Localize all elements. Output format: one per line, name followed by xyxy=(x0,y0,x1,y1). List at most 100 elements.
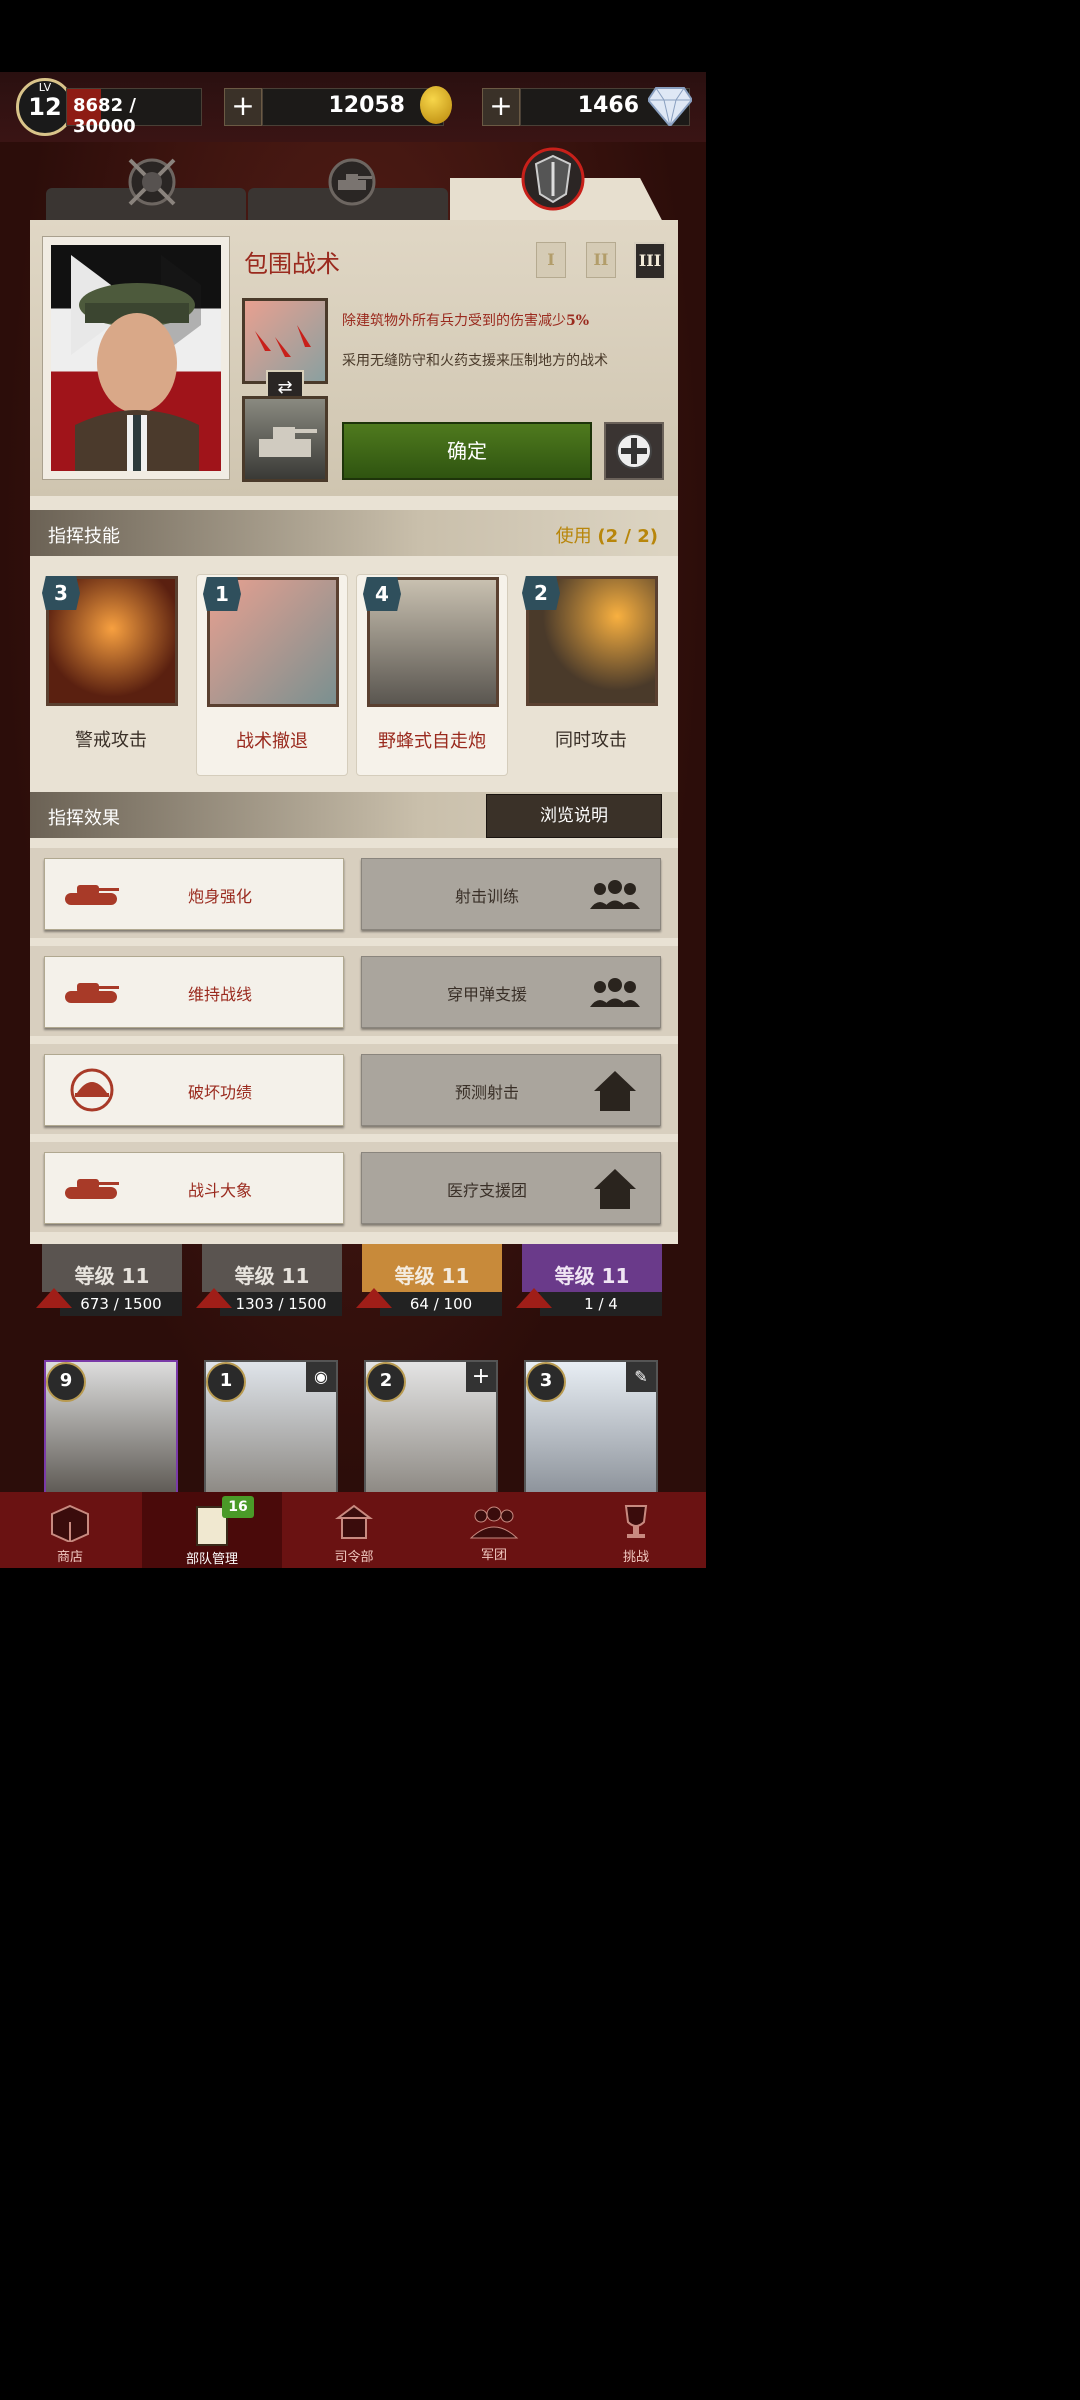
nav-army-management[interactable]: 16 部队管理 xyxy=(142,1492,282,1568)
skill-number-badge: 1 xyxy=(203,577,241,611)
commander-portrait[interactable] xyxy=(42,236,230,480)
skill-number-badge: 2 xyxy=(522,576,560,610)
tactic-unit-image[interactable] xyxy=(242,396,328,482)
skill-name: 战术撤退 xyxy=(236,731,308,752)
gold-value: 12058 xyxy=(328,93,405,118)
gem-value: 1466 xyxy=(577,93,639,118)
add-tactic-button[interactable] xyxy=(604,422,664,480)
skill-number-badge: 3 xyxy=(42,576,80,610)
unit-card[interactable]: 1 ◉ xyxy=(204,1360,338,1500)
unit-card[interactable]: 9 xyxy=(44,1360,178,1500)
tank-emblem-icon xyxy=(322,152,382,212)
unit-progress: 1303 / 1500 xyxy=(220,1292,342,1316)
skill-card[interactable]: 3 警戒攻击 xyxy=(36,574,186,774)
tier-i-button[interactable]: I xyxy=(536,242,566,278)
eagle-cross-icon xyxy=(122,152,182,212)
upgrade-arrow-icon xyxy=(196,1288,232,1308)
unit-card[interactable]: 2 + xyxy=(364,1360,498,1500)
effect-right-button[interactable]: 射击训练 xyxy=(361,858,661,930)
nav-label: 商店 xyxy=(56,1550,83,1565)
unit-count-badge: 2 xyxy=(366,1362,406,1402)
xp-text: 8682 / 30000 xyxy=(73,95,136,137)
effect-right-button[interactable]: 医疗支援团 xyxy=(361,1152,661,1224)
gold-coin-icon xyxy=(420,86,452,124)
tactics-emblem-icon xyxy=(518,144,588,214)
effect-label: 炮身强化 xyxy=(187,887,252,906)
unit-level-card[interactable]: 等级 11 1303 / 1500 xyxy=(196,1244,342,1316)
unit-level: 等级 11 xyxy=(202,1244,342,1292)
unit-level-card[interactable]: 等级 11 1 / 4 xyxy=(516,1244,662,1316)
unit-level-card[interactable]: 等级 11 673 / 1500 xyxy=(36,1244,182,1316)
house-icon xyxy=(594,1071,636,1111)
effect-label: 穿甲弹支援 xyxy=(446,985,527,1004)
skill-card-selected[interactable]: 4 野蜂式自走炮 xyxy=(356,574,508,776)
level-value: 12 xyxy=(28,93,62,121)
officer-figure xyxy=(75,265,199,471)
desc-value: 5% xyxy=(566,313,590,329)
shop-box-icon xyxy=(51,1504,89,1544)
headquarters-icon xyxy=(335,1504,373,1539)
upgrade-arrow-icon xyxy=(516,1288,552,1308)
tank-icon xyxy=(65,1179,119,1199)
nav-label: 司令部 xyxy=(334,1550,374,1565)
gold-counter: 12058 xyxy=(262,88,444,126)
unit-level: 等级 11 xyxy=(42,1244,182,1292)
unit-card[interactable]: 3 ✎ xyxy=(524,1360,658,1500)
unit-level: 等级 11 xyxy=(522,1244,662,1292)
iron-cross-flag xyxy=(51,245,221,471)
effect-label: 预测射击 xyxy=(454,1083,519,1102)
tier-ii-button[interactable]: II xyxy=(586,242,616,278)
effects-title: 指挥效果 xyxy=(48,808,120,829)
nav-label: 部队管理 xyxy=(185,1552,238,1567)
effect-right-button[interactable]: 穿甲弹支援 xyxy=(361,956,661,1028)
usage-label: 使用 xyxy=(555,526,592,547)
unit-progress: 1 / 4 xyxy=(540,1292,662,1316)
unit-level: 等级 11 xyxy=(362,1244,502,1292)
xp-bar: 8682 / 30000 xyxy=(66,88,202,137)
effect-label: 破坏功绩 xyxy=(187,1083,252,1102)
nav-badge: 16 xyxy=(222,1496,254,1518)
eye-icon[interactable]: ◉ xyxy=(306,1362,336,1392)
unit-progress: 673 / 1500 xyxy=(60,1292,182,1316)
desc-prefix: 除建筑物外所有兵力受到的伤害减少 xyxy=(342,313,566,329)
pencil-icon[interactable]: ✎ xyxy=(626,1362,656,1392)
nav-challenge[interactable]: 挑战 xyxy=(566,1492,706,1568)
effect-left-button[interactable]: 破坏功绩 xyxy=(44,1054,344,1126)
group-icon xyxy=(590,978,640,1007)
nav-legion[interactable]: 军团 xyxy=(424,1492,564,1568)
skills-header: 指挥技能 使用 (2 / 2) xyxy=(30,510,678,556)
skills-title: 指挥技能 xyxy=(48,526,120,547)
effect-right-button[interactable]: 预测射击 xyxy=(361,1054,661,1126)
effect-left-button[interactable]: 炮身强化 xyxy=(44,858,344,930)
add-gems-button[interactable]: + xyxy=(482,88,520,126)
plus-icon[interactable]: + xyxy=(466,1362,496,1392)
effect-left-button[interactable]: 战斗大象 xyxy=(44,1152,344,1224)
add-gold-button[interactable]: + xyxy=(224,88,262,126)
trophy-icon xyxy=(624,1505,648,1538)
tactic-description: 除建筑物外所有兵力受到的伤害减少5% xyxy=(342,310,589,330)
tier-iii-button[interactable]: III xyxy=(634,242,666,280)
helmet-medal-icon xyxy=(70,1068,114,1112)
nav-label: 挑战 xyxy=(622,1550,649,1565)
effect-label: 射击训练 xyxy=(454,887,519,906)
effect-label: 医疗支援团 xyxy=(446,1181,527,1200)
unit-level-card[interactable]: 等级 11 64 / 100 xyxy=(356,1244,502,1316)
skill-card-selected[interactable]: 1 战术撤退 xyxy=(196,574,348,776)
usage-value: (2 / 2) xyxy=(597,526,658,547)
effect-left-button[interactable]: 维持战线 xyxy=(44,956,344,1028)
confirm-button[interactable]: 确定 xyxy=(342,422,592,480)
nav-shop[interactable]: 商店 xyxy=(0,1492,140,1568)
upgrade-arrow-icon xyxy=(36,1288,72,1308)
skill-card[interactable]: 2 同时攻击 xyxy=(516,574,666,774)
tactic-flavor-text: 采用无缝防守和火药支援来压制地方的战术 xyxy=(342,353,608,369)
tank-icon xyxy=(65,885,119,905)
tank-icon xyxy=(65,983,119,1003)
skills-usage: 使用 (2 / 2) xyxy=(556,522,658,548)
nav-headquarters[interactable]: 司令部 xyxy=(284,1492,424,1568)
browse-description-button[interactable]: 浏览说明 xyxy=(486,794,662,838)
group-icon xyxy=(590,880,640,909)
unit-count-badge: 9 xyxy=(46,1362,86,1402)
legion-icon xyxy=(469,1506,519,1539)
upgrade-arrow-icon xyxy=(356,1288,392,1308)
unit-count-badge: 1 xyxy=(206,1362,246,1402)
